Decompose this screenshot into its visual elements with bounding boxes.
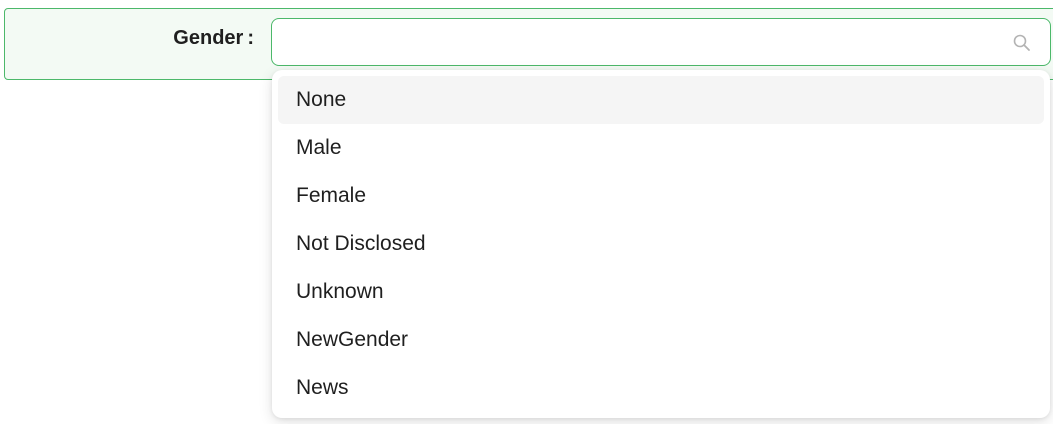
search-icon [1013, 34, 1030, 51]
option-none[interactable]: None [278, 76, 1044, 124]
option-newgender[interactable]: NewGender [278, 316, 1044, 364]
gender-label: Gender: [0, 27, 254, 50]
gender-search-input[interactable] [286, 27, 990, 59]
gender-select[interactable] [271, 18, 1051, 66]
gender-dropdown-menu: None Male Female Not Disclosed Unknown N… [272, 70, 1050, 418]
option-unknown[interactable]: Unknown [278, 268, 1044, 316]
gender-label-colon: : [247, 27, 254, 49]
gender-label-text: Gender [173, 27, 244, 49]
option-male[interactable]: Male [278, 124, 1044, 172]
option-not-disclosed[interactable]: Not Disclosed [278, 220, 1044, 268]
option-news[interactable]: News [278, 364, 1044, 412]
option-female[interactable]: Female [278, 172, 1044, 220]
